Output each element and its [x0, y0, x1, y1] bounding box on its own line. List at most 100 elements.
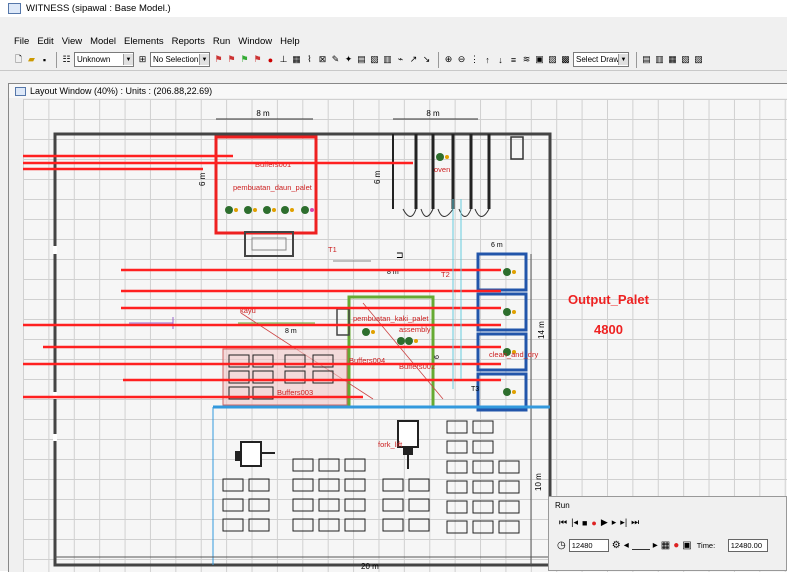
report-icon-3[interactable]: ▦ [667, 54, 678, 65]
oven-label: oven [434, 165, 450, 174]
element-type-combo[interactable]: Unknown ▼ [74, 52, 134, 67]
zoom-in-icon[interactable]: ⊕ [443, 54, 454, 65]
output-palet-label: Output_Palet [568, 292, 650, 307]
new-file-icon[interactable]: 🗋 [13, 54, 24, 65]
walk-icon[interactable]: ⚙ [612, 540, 621, 551]
fluid-icon[interactable]: ▤ [356, 54, 367, 65]
assembly-label: assembly [399, 325, 431, 334]
stop-icon[interactable]: ■ [582, 518, 587, 528]
frame-icon-2[interactable]: ▩ [560, 54, 571, 65]
labor-icon[interactable]: ⊠ [317, 54, 328, 65]
report-icon-2[interactable]: ▥ [654, 54, 665, 65]
menu-view[interactable]: View [62, 36, 82, 47]
dim-6-vert: 6 [434, 355, 441, 359]
layer-icon[interactable]: ≋ [521, 54, 532, 65]
dim-8m-left: 8 m [256, 109, 270, 118]
part-icon[interactable]: ● [265, 54, 276, 65]
record-icon[interactable]: ● [673, 540, 679, 551]
cyan-connectors [452, 199, 462, 389]
expand-icon[interactable]: ⊞ [137, 54, 148, 65]
track-icon[interactable]: ✦ [343, 54, 354, 65]
zoom-out-icon[interactable]: ⊖ [456, 54, 467, 65]
dim-6m-small: 6 m [491, 242, 503, 249]
window-icon[interactable]: ▣ [534, 54, 545, 65]
machine-block [336, 308, 350, 336]
machine-icon[interactable]: ▦ [291, 54, 302, 65]
chevron-down-icon: ▼ [618, 54, 628, 65]
clean-and-dry-label: clean_and_dry [489, 350, 538, 359]
tank-icon[interactable]: ▥ [382, 54, 393, 65]
output-palet-value: 4800 [594, 322, 623, 337]
pembuatan-kaki-palet-label: pembuatan_kaki_palet [353, 314, 429, 323]
app-icon [8, 3, 21, 14]
daun-palet-machines[interactable] [225, 206, 314, 214]
up-arrow-icon[interactable]: ↑ [482, 54, 493, 65]
clock-icon: ◷ [557, 540, 566, 551]
dim-10m: 10 m [534, 473, 543, 491]
speed-slider[interactable] [631, 541, 650, 550]
clean-and-dry-stations[interactable] [476, 252, 528, 412]
chevron-down-icon: ▼ [199, 54, 209, 65]
selection-value: No Selection [153, 55, 199, 64]
menu-run[interactable]: Run [213, 36, 230, 47]
frame-icon[interactable]: ▨ [547, 54, 558, 65]
align-icon[interactable]: ≡ [508, 54, 519, 65]
title-bar: WITNESS (sipawal : Base Model.) [0, 0, 787, 17]
buffer-icon[interactable]: ⊥ [278, 54, 289, 65]
left-arrow-icon[interactable]: ◂ [624, 540, 629, 551]
record-icon[interactable]: ● [591, 518, 596, 528]
statistics-icon[interactable]: ▦ [661, 540, 670, 551]
menu-edit[interactable]: Edit [37, 36, 53, 47]
person-icon[interactable]: ⚑ [239, 54, 250, 65]
grid-icon[interactable]: ⋮ [469, 54, 480, 65]
drawing-combo[interactable]: Select Drawing ▼ [573, 52, 629, 67]
menu-bar: File Edit View Model Elements Reports Ru… [0, 34, 787, 48]
designer-icon[interactable]: ☷ [61, 54, 72, 65]
menu-help[interactable]: Help [280, 36, 300, 47]
person-icon[interactable]: ⚑ [252, 54, 263, 65]
open-folder-icon[interactable]: ▰ [26, 54, 37, 65]
time-label: Time: [696, 541, 716, 550]
chair-icon: ⊐ [396, 250, 404, 260]
forklift-icon[interactable] [235, 441, 275, 467]
line-icon[interactable]: ↘ [421, 54, 432, 65]
right-arrow-icon[interactable]: ▸ [653, 540, 658, 551]
person-icon[interactable]: ⚑ [226, 54, 237, 65]
oven-area[interactable] [392, 134, 491, 217]
person-icon[interactable]: ⚑ [213, 54, 224, 65]
pipe-icon[interactable]: ▧ [369, 54, 380, 65]
arrow-icon[interactable]: ↗ [408, 54, 419, 65]
dim-6m-right: 6 m [373, 170, 382, 184]
selection-combo[interactable]: No Selection ▼ [150, 52, 210, 67]
down-arrow-icon[interactable]: ↓ [495, 54, 506, 65]
play-icon[interactable]: ▶ [601, 517, 608, 528]
processor-icon[interactable]: ⌁ [395, 54, 406, 65]
window-icon[interactable]: ▣ [682, 540, 691, 551]
dim-20m: 20 m [361, 562, 379, 571]
report-icon-5[interactable]: ▨ [693, 54, 704, 65]
run-status-row: ◷ 12480 ⚙ ◂ ▸ ▦ ● ▣ Time: 12480.00 [557, 539, 768, 552]
buffers001-label: Buffers001 [255, 160, 291, 169]
step-count-field[interactable]: 12480 [568, 539, 609, 552]
conveyor-icon[interactable]: ⌇ [304, 54, 315, 65]
vehicle-icon[interactable]: ✎ [330, 54, 341, 65]
menu-elements[interactable]: Elements [124, 36, 164, 47]
step-icon[interactable]: ▸ [612, 517, 617, 528]
dim-6m-left: 6 m [198, 172, 207, 186]
step-forward-icon[interactable]: ▸| [620, 517, 627, 528]
save-icon[interactable]: ▪ [39, 54, 50, 65]
report-icon-4[interactable]: ▧ [680, 54, 691, 65]
step-back-icon[interactable]: |◂ [571, 517, 578, 528]
menu-window[interactable]: Window [238, 36, 272, 47]
separator [438, 51, 439, 68]
buffers003-label: Buffers003 [277, 388, 313, 397]
chevron-down-icon: ▼ [123, 54, 133, 65]
report-icon[interactable]: ▤ [641, 54, 652, 65]
layout-title: Layout Window (40%) : Units : (206.88,22… [30, 86, 213, 96]
menu-model[interactable]: Model [90, 36, 116, 47]
window-title: WITNESS (sipawal : Base Model.) [26, 3, 171, 14]
menu-file[interactable]: File [14, 36, 29, 47]
fast-forward-icon[interactable]: ⏭ [631, 517, 639, 528]
menu-reports[interactable]: Reports [172, 36, 205, 47]
rewind-icon[interactable]: ⏮ [559, 517, 567, 528]
